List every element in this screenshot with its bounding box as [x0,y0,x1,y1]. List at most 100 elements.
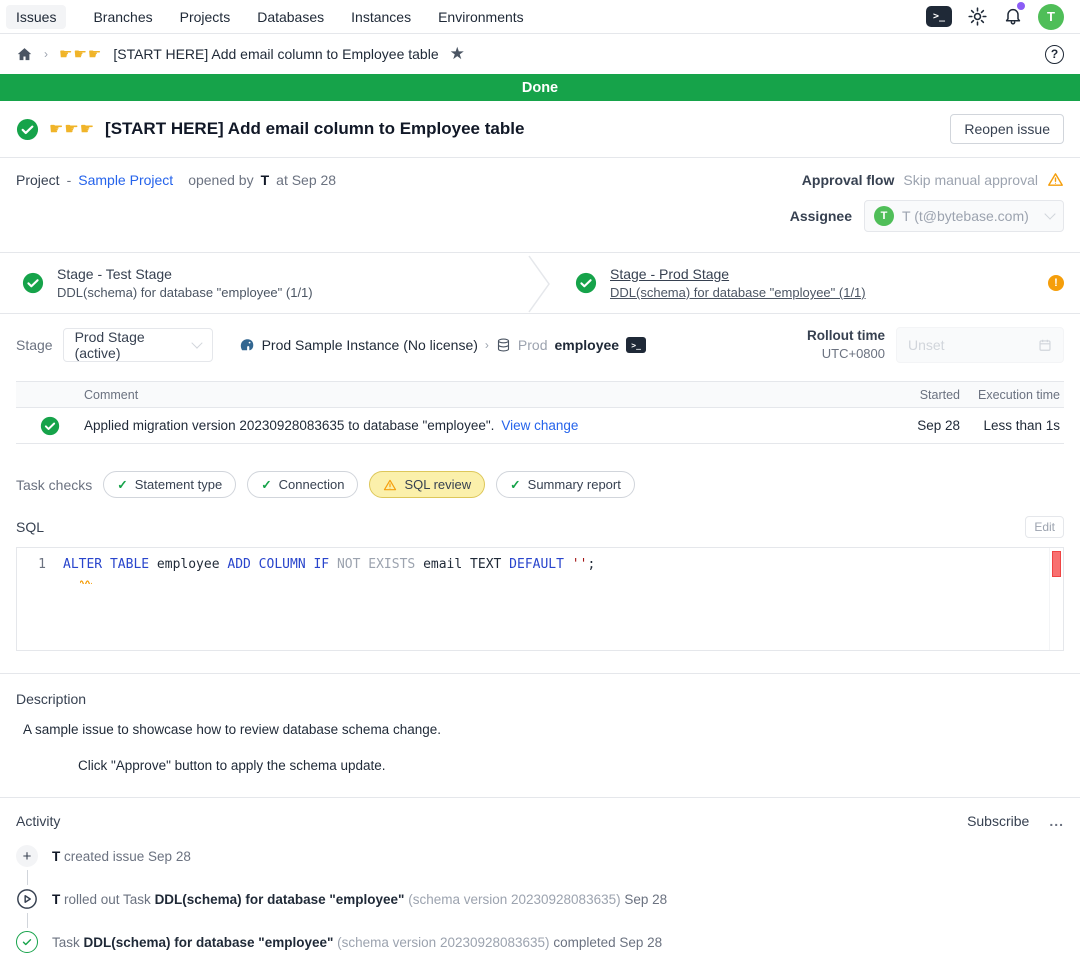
breadcrumb-separator: › [485,338,489,352]
status-banner-label: Done [522,80,558,96]
reopen-issue-button[interactable]: Reopen issue [950,114,1064,144]
line-number: 1 [17,557,63,572]
stage-test-check-icon [22,272,44,294]
activity-item-completed: Task DDL(schema) for database "employee"… [16,931,1064,953]
issue-meta: Project - Sample Project opened by T at … [0,158,1080,246]
open-sql-editor-icon[interactable]: >_ [626,337,646,353]
check-pill-connection[interactable]: ✓ Connection [247,471,358,498]
user-avatar[interactable]: T [1038,4,1064,30]
database-name[interactable]: employee [555,337,620,353]
more-options-button[interactable]: ... [1049,813,1064,829]
status-banner: Done [0,74,1080,101]
check-pass-icon: ✓ [261,477,271,492]
check-pill-label: Connection [279,477,345,492]
home-icon[interactable] [16,46,33,63]
stage-toolbar: Stage Prod Stage (active) Prod Sample In… [0,314,1080,376]
stage-alert-icon: ! [1048,275,1064,291]
opener-name: T [261,172,270,188]
approval-flow-value: Skip manual approval [903,172,1038,188]
activity-section: Activity Subscribe ... + T created issue… [0,798,1080,953]
stage-prod-check-icon [575,272,597,294]
rollout-time-placeholder: Unset [908,337,945,353]
editor-warning-marker [1052,551,1061,577]
check-pass-icon: ✓ [117,477,127,492]
check-pass-icon: ✓ [510,477,520,492]
timeline-connector [27,913,28,928]
header-execution-time: Execution time [960,388,1064,402]
sql-warning-squiggle [80,573,92,588]
database-icon [496,337,511,353]
assignee-row: Assignee T T (t@bytebase.com) [16,200,1064,232]
notifications-bell-icon[interactable] [1003,5,1023,29]
stage-card-test[interactable]: Stage - Test Stage DDL(schema) for datab… [0,253,527,313]
check-pill-label: Summary report [528,477,621,492]
star-icon[interactable]: ★ [450,44,465,64]
help-icon[interactable]: ? [1045,45,1064,64]
sql-editor-terminal-icon[interactable]: >_ [926,6,952,27]
sql-editor[interactable]: 1 ALTER TABLE employee ADD COLUMN IF NOT… [16,547,1064,651]
stage-strip: Stage - Test Stage DDL(schema) for datab… [0,252,1080,314]
project-label: Project [16,172,60,188]
settings-gear-icon[interactable] [967,6,988,27]
check-pill-label: Statement type [135,477,222,492]
sql-label: SQL [16,519,44,535]
nav-item-instances[interactable]: Instances [351,9,411,25]
row-execution-time: Less than 1s [960,418,1064,433]
check-pill-summary-report[interactable]: ✓ Summary report [496,471,635,498]
timeline-connector [27,870,28,885]
stage-prod-title[interactable]: Stage - Prod Stage [610,266,866,282]
check-outline-icon [16,931,38,953]
project-separator: - [67,172,72,188]
check-pill-statement-type[interactable]: ✓ Statement type [103,471,236,498]
stage-select-label: Stage [16,337,53,353]
stage-select[interactable]: Prod Stage (active) [63,328,213,362]
rollout-time-group: Rollout time UTC+0800 Unset [807,327,1064,363]
warning-triangle-icon [1047,171,1064,188]
check-warning-icon [383,478,397,492]
nav-items: Issues Branches Projects Databases Insta… [16,5,524,29]
database-breadcrumb: Prod Sample Instance (No license) › Prod… [239,337,647,353]
assignee-select[interactable]: T T (t@bytebase.com) [864,200,1064,232]
activity-date: Sep 28 [621,892,668,907]
play-circle-icon [16,888,38,910]
instance-name[interactable]: Prod Sample Instance (No license) [262,337,478,353]
check-pill-sql-review[interactable]: SQL review [369,471,485,498]
opened-at: at Sep 28 [276,172,336,188]
assignee-label: Assignee [790,208,852,224]
sql-edit-button[interactable]: Edit [1025,516,1064,538]
approval-flow-label: Approval flow [802,172,895,188]
nav-item-databases[interactable]: Databases [257,9,324,25]
view-change-link[interactable]: View change [501,418,578,433]
activity-label: Activity [16,813,60,829]
activity-date: completed Sep 28 [550,935,663,950]
stage-test-title: Stage - Test Stage [57,266,313,282]
stage-select-value: Prod Stage (active) [75,329,193,361]
database-environment: Prod [518,337,548,353]
nav-item-branches[interactable]: Branches [93,9,152,25]
row-started: Sep 28 [896,418,960,433]
notification-dot [1017,2,1025,10]
editor-overview-ruler[interactable] [1049,548,1063,650]
table-header: Comment Started Execution time [16,381,1064,408]
sql-code-line: ALTER TABLE employee ADD COLUMN IF NOT E… [63,557,595,572]
calendar-icon [1038,338,1052,352]
header-started: Started [896,388,960,402]
table-row[interactable]: Applied migration version 20230928083635… [16,408,1064,443]
stage-prod-subtitle[interactable]: DDL(schema) for database "employee" (1/1… [610,285,866,300]
stage-card-prod[interactable]: Stage - Prod Stage DDL(schema) for datab… [553,253,1080,313]
rollout-time-input[interactable]: Unset [896,327,1064,363]
activity-task-name: DDL(schema) for database "employee" [84,935,334,950]
subscribe-button[interactable]: Subscribe [967,813,1029,829]
activity-item-created: + T created issue Sep 28 [16,845,1064,867]
nav-item-issues[interactable]: Issues [6,5,66,29]
activity-schema-version: (schema version 20230928083635) [333,935,549,950]
task-comment-table: Comment Started Execution time Applied m… [16,381,1064,444]
activity-action: rolled out Task [60,892,154,907]
project-link[interactable]: Sample Project [78,172,173,188]
breadcrumb-title[interactable]: [START HERE] Add email column to Employe… [113,46,438,62]
nav-item-environments[interactable]: Environments [438,9,524,25]
header-comment: Comment [84,388,896,402]
task-checks: Task checks ✓ Statement type ✓ Connectio… [0,444,1080,504]
nav-item-projects[interactable]: Projects [180,9,231,25]
breadcrumb: › ☛☛☛ [START HERE] Add email column to E… [0,34,1080,74]
